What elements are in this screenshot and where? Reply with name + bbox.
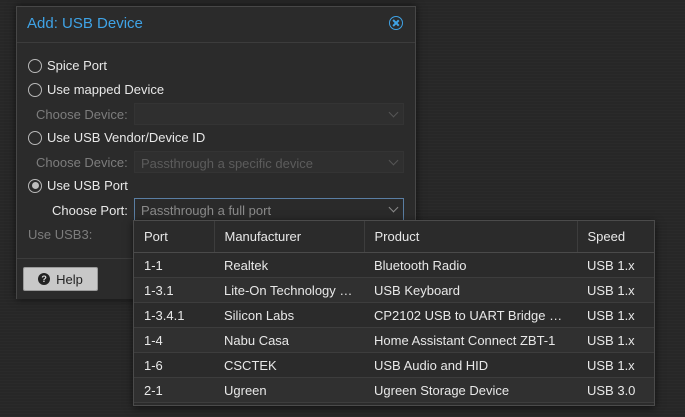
choose-port-select[interactable]: Passthrough a full port: [134, 198, 404, 221]
cell-port: 2-1: [134, 377, 214, 403]
table-row[interactable]: 2-1 Ugreen Ugreen Storage Device USB 3.0: [134, 377, 654, 403]
choose-port-label: Choose Port:: [52, 203, 128, 218]
cell-product: Ugreen Storage Device: [364, 377, 577, 403]
cell-speed: USB 1.x: [577, 277, 654, 303]
mapped-choose-device-label: Choose Device:: [36, 107, 128, 122]
help-button-label: Help: [56, 271, 83, 287]
vendor-device-select: Passthrough a specific device: [134, 151, 404, 173]
dialog-header: Add: USB Device: [17, 7, 415, 43]
spice-port-radio[interactable]: [28, 58, 42, 73]
cell-port: 1-3.1: [134, 277, 214, 303]
vendor-device-select-value: Passthrough a specific device: [141, 156, 313, 171]
cell-speed: USB 1.x: [577, 352, 654, 378]
cell-product: USB Keyboard: [364, 277, 577, 303]
column-header-product[interactable]: Product: [364, 221, 578, 253]
table-row[interactable]: 1-3.4.1 Silicon Labs CP2102 USB to UART …: [134, 302, 654, 328]
cell-product: CP2102 USB to UART Bridge …: [364, 302, 577, 328]
cell-manufacturer: Silicon Labs: [214, 302, 364, 328]
cell-port: 1-1: [134, 252, 214, 278]
vendor-id-radio[interactable]: [28, 130, 42, 145]
cell-manufacturer: Realtek: [214, 252, 364, 278]
cell-port: 1-4: [134, 327, 214, 353]
option-usb-port[interactable]: Use USB Port: [28, 178, 128, 193]
usb-port-table: Port Manufacturer Product Speed 1-1 Real…: [134, 221, 654, 403]
help-button[interactable]: ? Help: [23, 267, 98, 291]
chevron-down-icon: [388, 107, 399, 118]
mapped-device-label: Use mapped Device: [47, 82, 165, 97]
option-vendor-id[interactable]: Use USB Vendor/Device ID: [28, 130, 205, 145]
table-row[interactable]: 1-3.1 Lite-On Technology … USB Keyboard …: [134, 277, 654, 303]
column-header-port[interactable]: Port: [134, 221, 215, 253]
chevron-down-icon[interactable]: [388, 202, 399, 213]
spice-port-label: Spice Port: [47, 58, 107, 73]
usb-port-radio[interactable]: [28, 178, 42, 193]
table-row[interactable]: 1-1 Realtek Bluetooth Radio USB 1.x: [134, 252, 654, 278]
table-header-row: Port Manufacturer Product Speed: [134, 221, 654, 253]
vendor-choose-device-label: Choose Device:: [36, 155, 128, 170]
cell-product: Bluetooth Radio: [364, 252, 577, 278]
table-row[interactable]: 1-6 CSCTEK USB Audio and HID USB 1.x: [134, 352, 654, 378]
dialog-title: Add: USB Device: [27, 15, 143, 32]
cell-product: USB Audio and HID: [364, 352, 577, 378]
close-icon[interactable]: [389, 16, 403, 30]
cell-manufacturer: CSCTEK: [214, 352, 364, 378]
mapped-device-radio[interactable]: [28, 82, 42, 97]
column-header-manufacturer[interactable]: Manufacturer: [214, 221, 365, 253]
column-header-speed[interactable]: Speed: [577, 221, 654, 253]
vendor-id-label: Use USB Vendor/Device ID: [47, 130, 206, 145]
cell-speed: USB 3.0: [577, 377, 654, 403]
chevron-down-icon: [388, 155, 399, 166]
mapped-device-select: [134, 103, 404, 125]
cell-port: 1-6: [134, 352, 214, 378]
cell-speed: USB 1.x: [577, 327, 654, 353]
question-icon: ?: [38, 273, 51, 285]
usb-port-dropdown: Port Manufacturer Product Speed 1-1 Real…: [133, 220, 655, 406]
table-row[interactable]: 1-4 Nabu Casa Home Assistant Connect ZBT…: [134, 327, 654, 353]
cell-speed: USB 1.x: [577, 252, 654, 278]
cell-speed: USB 1.x: [577, 302, 654, 328]
option-mapped-device[interactable]: Use mapped Device: [28, 82, 164, 97]
cell-manufacturer: Lite-On Technology …: [214, 277, 364, 303]
cell-manufacturer: Nabu Casa: [214, 327, 364, 353]
cell-manufacturer: Ugreen: [214, 377, 364, 403]
option-spice-port[interactable]: Spice Port: [28, 58, 107, 73]
usb-port-label: Use USB Port: [47, 178, 128, 193]
cell-product: Home Assistant Connect ZBT-1: [364, 327, 577, 353]
cell-port: 1-3.4.1: [134, 302, 214, 328]
choose-port-select-value: Passthrough a full port: [141, 203, 272, 218]
use-usb3-label: Use USB3:: [28, 227, 93, 242]
